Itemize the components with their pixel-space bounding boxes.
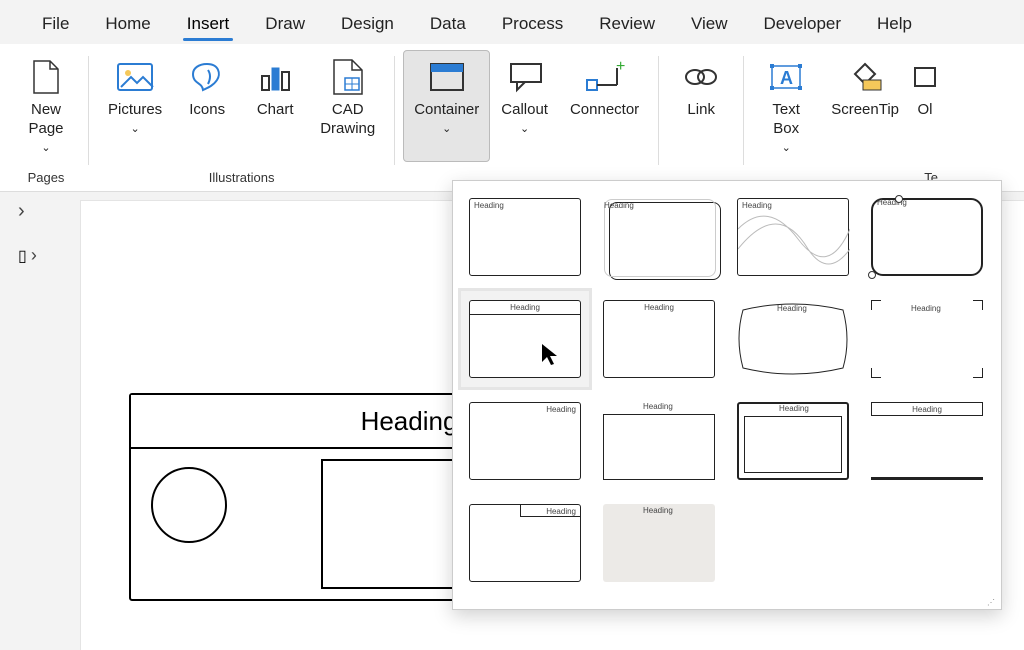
page-thumb-icon[interactable]: ▯ — [18, 246, 27, 266]
container-style-2[interactable]: Heading — [595, 189, 723, 285]
cad-icon — [331, 57, 365, 97]
menu-view[interactable]: View — [673, 8, 746, 44]
menu-developer[interactable]: Developer — [746, 8, 860, 44]
container-style-13[interactable]: Heading — [461, 495, 589, 591]
group-label-illustrations: Illustrations — [97, 170, 386, 191]
callout-icon — [505, 57, 545, 97]
menubar: File Home Insert Draw Design Data Proces… — [0, 0, 1024, 44]
link-label: Link — [687, 101, 715, 120]
screentip-icon — [845, 57, 885, 97]
menu-process[interactable]: Process — [484, 8, 581, 44]
new-page-button[interactable]: New Page ⌄ — [12, 50, 80, 162]
pictures-icon — [115, 57, 155, 97]
pictures-label: Pictures — [108, 101, 162, 120]
menu-insert[interactable]: Insert — [169, 8, 248, 44]
container-style-8[interactable]: Heading — [863, 291, 991, 387]
menu-help[interactable]: Help — [859, 8, 930, 44]
link-icon — [681, 57, 721, 97]
ribbon: New Page ⌄ Pages Pictures ⌄ Icons — [0, 44, 1024, 192]
container-style-11[interactable]: Heading — [729, 393, 857, 489]
container-style-10[interactable]: Heading — [595, 393, 723, 489]
chevron-down-icon: ⌄ — [782, 141, 791, 154]
container-style-12[interactable]: Heading — [863, 393, 991, 489]
container-style-14[interactable]: Heading — [595, 495, 723, 591]
menu-design[interactable]: Design — [323, 8, 412, 44]
container-style-7[interactable]: Heading — [729, 291, 857, 387]
container-button[interactable]: Container ⌄ — [403, 50, 490, 162]
menu-home[interactable]: Home — [87, 8, 168, 44]
screentip-button[interactable]: ScreenTip — [820, 50, 910, 162]
circle-shape[interactable] — [151, 467, 227, 543]
container-style-4[interactable]: Heading — [863, 189, 991, 285]
chevron-down-icon: ⌄ — [41, 141, 50, 154]
expand-pages-icon[interactable]: › — [31, 245, 37, 266]
chevron-down-icon: ⌄ — [442, 122, 451, 135]
chart-button[interactable]: Chart — [241, 50, 309, 162]
object-icon — [913, 57, 937, 97]
screentip-label: ScreenTip — [831, 101, 899, 120]
cad-drawing-button[interactable]: CAD Drawing — [309, 50, 386, 162]
container-icon — [427, 57, 467, 97]
expand-shapes-icon[interactable]: › — [18, 200, 25, 223]
connector-label: Connector — [570, 101, 639, 120]
menu-file[interactable]: File — [24, 8, 87, 44]
callout-label: Callout — [501, 101, 548, 120]
connector-icon: + — [583, 57, 627, 97]
textbox-button[interactable]: A Text Box ⌄ — [752, 50, 820, 162]
menu-data[interactable]: Data — [412, 8, 484, 44]
container-style-3[interactable]: Heading — [729, 189, 857, 285]
object-button[interactable]: Ol — [910, 50, 938, 162]
ribbon-group-links: Link — [663, 50, 739, 191]
gallery-resizer[interactable]: ⋰ — [987, 598, 997, 607]
ribbon-group-pages: New Page ⌄ Pages — [8, 50, 84, 191]
ribbon-group-illustrations: Pictures ⌄ Icons Chart CAD Drawing — [93, 50, 390, 191]
ribbon-group-text: A Text Box ⌄ ScreenTip Ol Te — [748, 50, 942, 191]
cad-label: CAD Drawing — [320, 101, 375, 139]
textbox-label: Text Box — [772, 101, 800, 139]
chevron-down-icon: ⌄ — [130, 122, 139, 135]
chevron-down-icon: ⌄ — [520, 122, 529, 135]
group-label-pages: Pages — [12, 170, 80, 191]
icons-button[interactable]: Icons — [173, 50, 241, 162]
container-label: Container — [414, 101, 479, 120]
svg-text:A: A — [780, 68, 793, 88]
ribbon-group-parts: Container ⌄ Callout ⌄ + Connector — [399, 50, 654, 191]
chart-label: Chart — [257, 101, 294, 120]
container-gallery: Heading Heading Heading Heading Heading … — [452, 180, 1002, 610]
link-button[interactable]: Link — [667, 50, 735, 162]
container-style-6[interactable]: Heading — [595, 291, 723, 387]
new-page-label: New Page — [28, 101, 63, 139]
callout-button[interactable]: Callout ⌄ — [490, 50, 559, 162]
pictures-button[interactable]: Pictures ⌄ — [97, 50, 173, 162]
icons-icon — [188, 57, 226, 97]
menu-review[interactable]: Review — [581, 8, 673, 44]
chart-icon — [256, 57, 294, 97]
menu-draw[interactable]: Draw — [247, 8, 323, 44]
icons-label: Icons — [189, 101, 225, 120]
container-style-5[interactable]: Heading — [461, 291, 589, 387]
container-style-9[interactable]: Heading — [461, 393, 589, 489]
page-icon — [31, 57, 61, 97]
svg-text:+: + — [616, 60, 625, 75]
object-label: Ol — [918, 101, 933, 120]
textbox-icon: A — [766, 57, 806, 97]
container-style-1[interactable]: Heading — [461, 189, 589, 285]
shapes-pane-collapsed: › ▯ › — [0, 200, 80, 266]
connector-button[interactable]: + Connector — [559, 50, 650, 162]
